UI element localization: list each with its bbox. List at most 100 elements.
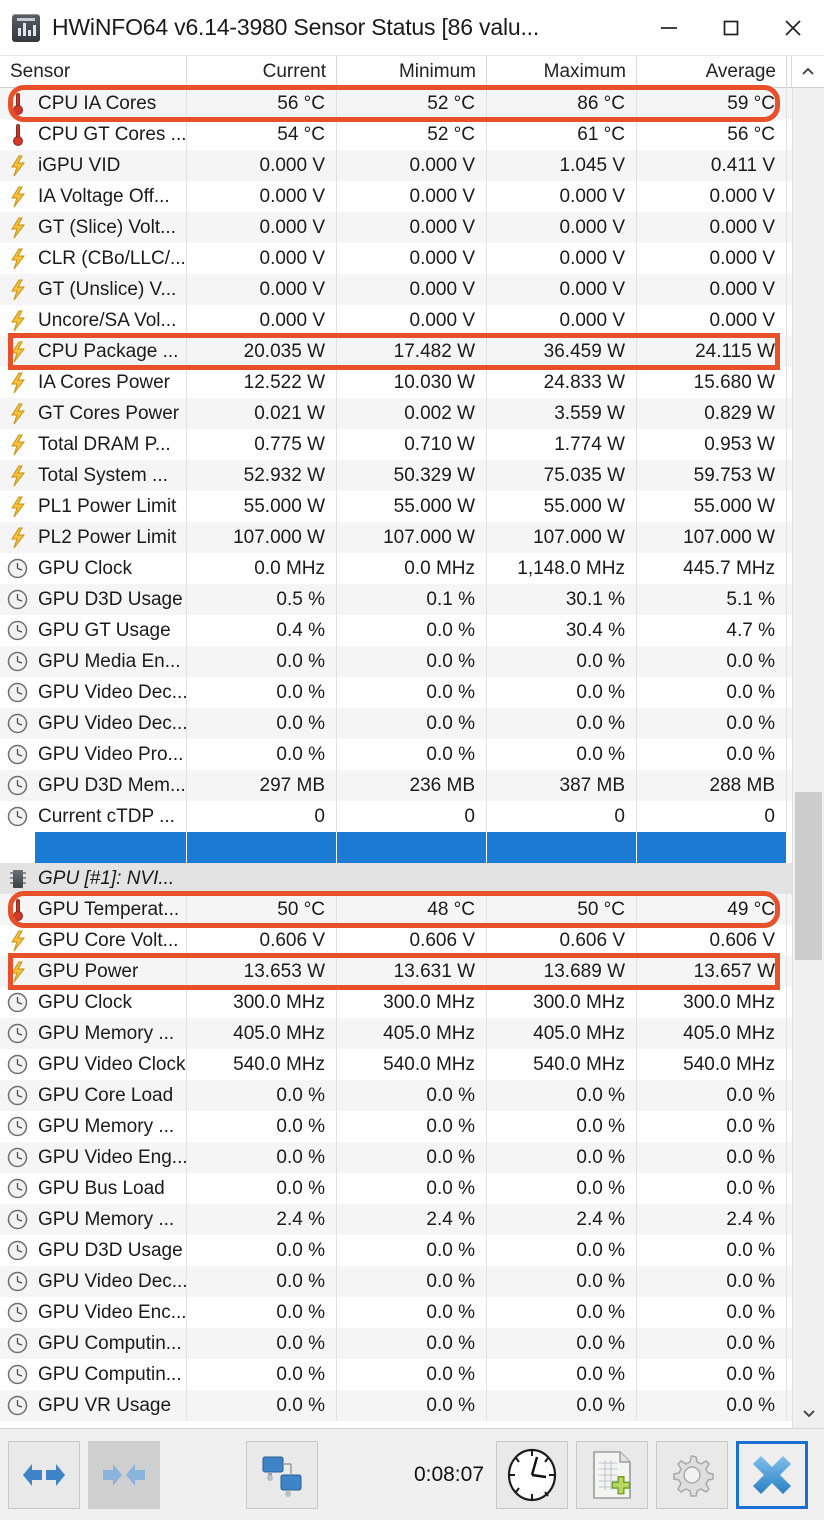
column-header-minimum[interactable]: Minimum bbox=[337, 56, 487, 87]
sensor-average-cell: 2.4 % bbox=[637, 1204, 787, 1235]
sensor-row[interactable]: iGPU VID 0.000 V 0.000 V 1.045 V 0.411 V bbox=[0, 150, 792, 181]
sensor-name-cell: GPU Memory ... bbox=[35, 1111, 187, 1142]
sensor-row[interactable]: CLR (CBo/LLC/... 0.000 V 0.000 V 0.000 V 0.0… bbox=[0, 243, 792, 274]
sensor-row[interactable]: IA Voltage Off... 0.000 V 0.000 V 0.000 V 0.… bbox=[0, 181, 792, 212]
reset-timer-button[interactable] bbox=[496, 1440, 569, 1509]
sensor-row[interactable]: CPU IA Cores 56 °C 52 °C 86 °C 59 °C bbox=[0, 88, 792, 119]
collapse-all-button[interactable] bbox=[88, 1440, 160, 1509]
column-header-current[interactable]: Current bbox=[187, 56, 337, 87]
sensor-row[interactable]: GPU Video Clock 540.0 MHz 540.0 MHz 540.0 M… bbox=[0, 1049, 792, 1080]
sensor-current-cell: 0.0 % bbox=[187, 677, 337, 708]
sensor-maximum-cell: 300.0 MHz bbox=[487, 987, 637, 1018]
clock-icon bbox=[7, 651, 28, 672]
selected-row[interactable] bbox=[0, 832, 792, 863]
sensor-row[interactable]: GPU D3D Usage 0.0 % 0.0 % 0.0 % 0.0 % bbox=[0, 1235, 792, 1266]
column-header-average[interactable]: Average bbox=[637, 56, 787, 87]
row-icon-cell bbox=[0, 460, 35, 491]
row-icon-cell bbox=[0, 181, 35, 212]
sensor-row[interactable]: GPU Power 13.653 W 13.631 W 13.689 W 13.657 … bbox=[0, 956, 792, 987]
sensor-row[interactable]: GT Cores Power 0.021 W 0.002 W 3.559 W 0.829… bbox=[0, 398, 792, 429]
sensor-row[interactable]: GPU Temperat... 50 °C 48 °C 50 °C 49 °C bbox=[0, 894, 792, 925]
vertical-scrollbar[interactable] bbox=[792, 88, 824, 1428]
bottom-toolbar: 0:08:07 bbox=[0, 1428, 824, 1520]
sensor-group-header-row[interactable]: GPU [#1]: NVI... bbox=[0, 863, 792, 894]
sensor-minimum-cell: 52 °C bbox=[337, 88, 487, 119]
sensor-row[interactable]: GPU Memory ... 405.0 MHz 405.0 MHz 405.0 MH… bbox=[0, 1018, 792, 1049]
clock-icon bbox=[7, 775, 28, 796]
sensor-row[interactable]: CPU Package ... 20.035 W 17.482 W 36.459 W2… bbox=[0, 336, 792, 367]
clock-icon bbox=[7, 1085, 28, 1106]
sensor-row[interactable]: GPU Clock 300.0 MHz 300.0 MHz 300.0 MHz 300.… bbox=[0, 987, 792, 1018]
sensor-row[interactable]: PL2 Power Limit 107.000 W 107.000 W 107.000… bbox=[0, 522, 792, 553]
sensor-row[interactable]: GPU Core Load 0.0 % 0.0 % 0.0 % 0.0 % bbox=[0, 1080, 792, 1111]
sensor-rows-container[interactable]: CPU IA Cores 56 °C 52 °C 86 °C 59 °C CPU GT C… bbox=[0, 88, 792, 1428]
close-button[interactable] bbox=[762, 0, 824, 56]
sensor-row[interactable]: GPU Video Eng... 0.0 % 0.0 % 0.0 % 0.0 % bbox=[0, 1142, 792, 1173]
sensor-current-cell: 405.0 MHz bbox=[187, 1018, 337, 1049]
close-window-button[interactable] bbox=[736, 1440, 809, 1509]
sensor-minimum-cell: 107.000 W bbox=[337, 522, 487, 553]
sensor-name-cell: GT (Slice) Volt... bbox=[35, 212, 187, 243]
sensor-row[interactable]: PL1 Power Limit 55.000 W 55.000 W 55.000 W5… bbox=[0, 491, 792, 522]
clock-icon bbox=[7, 1364, 28, 1385]
sensor-row[interactable]: GPU Video Dec... 0.0 % 0.0 % 0.0 % 0.0 % bbox=[0, 677, 792, 708]
sensor-row[interactable]: GPU Video Dec... 0.0 % 0.0 % 0.0 % 0.0 % bbox=[0, 708, 792, 739]
scroll-up-arrow[interactable] bbox=[792, 56, 824, 87]
sensor-row[interactable]: GT (Slice) Volt... 0.000 V 0.000 V 0.000 V0… bbox=[0, 212, 792, 243]
sensor-current-cell: 0.0 % bbox=[187, 646, 337, 677]
row-icon-cell bbox=[0, 88, 35, 119]
sensor-row[interactable]: GPU Video Dec... 0.0 % 0.0 % 0.0 % 0.0 % bbox=[0, 1266, 792, 1297]
expand-arrows-icon bbox=[23, 1463, 65, 1486]
sensor-row[interactable]: GT (Unslice) V... 0.000 V 0.000 V 0.000 V 0.… bbox=[0, 274, 792, 305]
clock-icon bbox=[7, 1178, 28, 1199]
sensor-row[interactable]: GPU Bus Load 0.0 % 0.0 % 0.0 % 0.0 % bbox=[0, 1173, 792, 1204]
sensor-name-cell: CLR (CBo/LLC/... bbox=[35, 243, 187, 274]
dual-monitor-icon bbox=[262, 1456, 302, 1497]
sensor-maximum-cell: 2.4 % bbox=[487, 1204, 637, 1235]
sensor-row[interactable]: GPU Computin... 0.0 % 0.0 % 0.0 % 0.0 % bbox=[0, 1359, 792, 1390]
scrollbar-thumb[interactable] bbox=[795, 792, 822, 960]
sensor-average-cell: 0.0 % bbox=[637, 1111, 787, 1142]
sensor-row[interactable]: GPU Media En... 0.0 % 0.0 % 0.0 % 0.0 % bbox=[0, 646, 792, 677]
sensor-row[interactable]: GPU Clock 0.0 MHz 0.0 MHz 1,148.0 MHz 445.7 … bbox=[0, 553, 792, 584]
sensor-name-cell bbox=[35, 832, 187, 863]
sensor-row[interactable]: IA Cores Power 12.522 W 10.030 W 24.833 W 15… bbox=[0, 367, 792, 398]
sensor-maximum-cell: 24.833 W bbox=[487, 367, 637, 398]
start-logging-button[interactable] bbox=[576, 1440, 649, 1509]
sensor-row[interactable]: Total System ... 52.932 W 50.329 W 75.035 W… bbox=[0, 460, 792, 491]
sensor-maximum-cell: 0.0 % bbox=[487, 1142, 637, 1173]
maximize-button[interactable] bbox=[700, 0, 762, 56]
configure-sensors-button[interactable] bbox=[656, 1440, 729, 1509]
sensor-minimum-cell: 50.329 W bbox=[337, 460, 487, 491]
sensor-row[interactable]: GPU D3D Mem... 297 MB 236 MB 387 MB 288 MB bbox=[0, 770, 792, 801]
sensor-row[interactable]: CPU GT Cores ... 54 °C 52 °C 61 °C 56 °C bbox=[0, 119, 792, 150]
sensor-current-cell: 56 °C bbox=[187, 88, 337, 119]
expand-all-button[interactable] bbox=[8, 1440, 80, 1509]
sensor-row[interactable]: Current cTDP ... 0 0 0 0 bbox=[0, 801, 792, 832]
sensor-row[interactable]: GPU D3D Usage 0.5 % 0.1 % 30.1 % 5.1 % bbox=[0, 584, 792, 615]
column-header-sensor[interactable]: Sensor bbox=[0, 56, 187, 87]
sensor-name-cell: GPU Power bbox=[35, 956, 187, 987]
sensor-row[interactable]: GPU Video Pro... 0.0 % 0.0 % 0.0 % 0.0 % bbox=[0, 739, 792, 770]
table-body-area: CPU IA Cores 56 °C 52 °C 86 °C 59 °C CPU GT C… bbox=[0, 88, 824, 1428]
sensor-minimum-cell: 0.0 % bbox=[337, 739, 487, 770]
sensor-maximum-cell: 61 °C bbox=[487, 119, 637, 150]
sensor-current-cell: 0.0 % bbox=[187, 708, 337, 739]
sensor-row[interactable]: GPU VR Usage 0.0 % 0.0 % 0.0 % 0.0 % bbox=[0, 1390, 792, 1421]
sensor-row[interactable]: Total DRAM P... 0.775 W 0.710 W 1.774 W 0.95… bbox=[0, 429, 792, 460]
scroll-down-arrow[interactable] bbox=[793, 1398, 824, 1428]
minimize-button[interactable] bbox=[638, 0, 700, 56]
sensor-row[interactable]: Uncore/SA Vol... 0.000 V 0.000 V 0.000 V 0.0… bbox=[0, 305, 792, 336]
sensor-panel-button[interactable] bbox=[245, 1440, 318, 1509]
sensor-row[interactable]: GPU Video Enc... 0.0 % 0.0 % 0.0 % 0.0 % bbox=[0, 1297, 792, 1328]
clock-icon bbox=[7, 992, 28, 1013]
sensor-row[interactable]: GPU Core Volt... 0.606 V 0.606 V 0.606 V 0.6… bbox=[0, 925, 792, 956]
sensor-average-cell: 0.953 W bbox=[637, 429, 787, 460]
sensor-row[interactable]: GPU Computin... 0.0 % 0.0 % 0.0 % 0.0 % bbox=[0, 1328, 792, 1359]
sensor-minimum-cell: 0.0 % bbox=[337, 1080, 487, 1111]
sensor-row[interactable]: GPU Memory ... 0.0 % 0.0 % 0.0 % 0.0 % bbox=[0, 1111, 792, 1142]
sensor-minimum-cell: 0.710 W bbox=[337, 429, 487, 460]
column-header-maximum[interactable]: Maximum bbox=[487, 56, 637, 87]
sensor-row[interactable]: GPU GT Usage 0.4 % 0.0 % 30.4 % 4.7 % bbox=[0, 615, 792, 646]
sensor-row[interactable]: GPU Memory ... 2.4 % 2.4 % 2.4 % 2.4 % bbox=[0, 1204, 792, 1235]
